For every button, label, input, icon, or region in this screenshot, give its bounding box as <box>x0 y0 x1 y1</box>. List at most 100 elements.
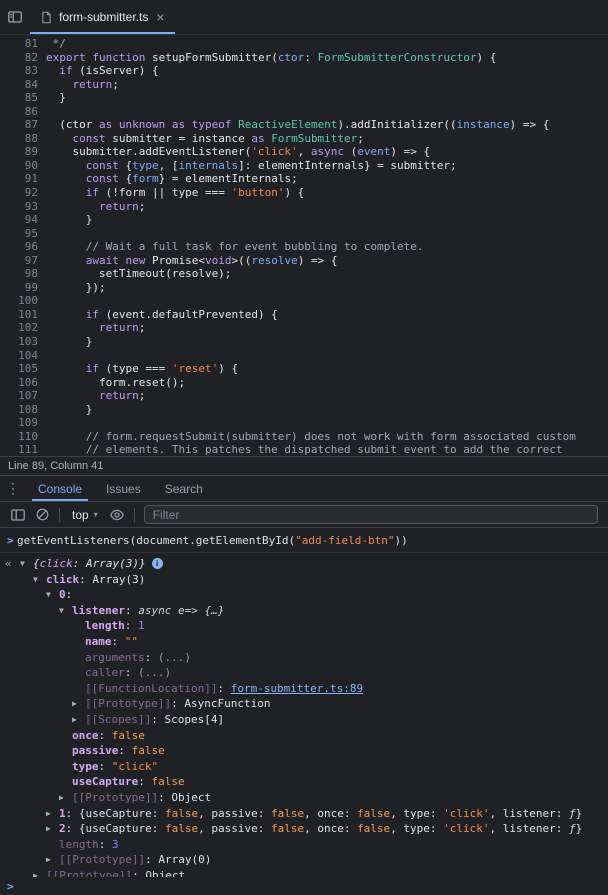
code-line: return; <box>98 389 146 403</box>
disclosure-triangle-icon[interactable]: ▼ <box>46 587 59 603</box>
disclosure-triangle-icon[interactable]: ▼ <box>59 603 72 619</box>
disclosure-triangle-icon[interactable]: ▼ <box>33 572 46 588</box>
javascript-context-selector[interactable]: top ▾ <box>65 508 105 522</box>
clear-console-button[interactable] <box>30 505 54 525</box>
line-number[interactable]: 86 <box>0 105 38 119</box>
console-object-row[interactable]: ▼ listener: async e=> {…} <box>0 603 608 619</box>
toolbar-separator <box>59 507 60 522</box>
sidebar-panel-icon <box>11 508 25 521</box>
console-property-row: passive: false <box>0 743 608 759</box>
disclosure-triangle-icon[interactable]: ▼ <box>20 556 33 572</box>
code-line: }); <box>46 280 106 294</box>
console-object-row[interactable]: ▶ [[Prototype]]: Array(0) <box>0 852 608 868</box>
line-number[interactable]: 106 <box>0 376 38 390</box>
line-number[interactable]: 95 <box>0 227 38 241</box>
tab-issues-label: Issues <box>106 481 141 496</box>
line-number[interactable]: 96 <box>0 240 38 254</box>
line-number[interactable]: 101 <box>0 308 38 322</box>
disclosure-triangle-icon[interactable]: ▶ <box>72 712 85 728</box>
tree-text: : <box>65 588 79 602</box>
line-number[interactable]: 97 <box>0 254 38 268</box>
invoke-getter-button[interactable]: (...) <box>138 665 171 681</box>
tree-text: false <box>270 806 305 820</box>
navigator-panel-toggle-button[interactable] <box>0 0 30 34</box>
tab-console-label: Console <box>38 481 83 496</box>
disclosure-triangle-icon[interactable]: ▶ <box>72 696 85 712</box>
console-object-row[interactable]: ▼ 0: <box>0 587 608 603</box>
console-object-row[interactable]: ▶ [[Prototype]]: Object <box>0 790 608 806</box>
file-tab-form-submitter[interactable]: form-submitter.ts × <box>30 0 175 34</box>
code-line: */ <box>46 37 66 50</box>
line-number[interactable]: 110 <box>0 430 38 444</box>
source-location-link[interactable]: form-submitter.ts:89 <box>231 681 363 697</box>
live-expression-eye-button[interactable] <box>105 505 129 525</box>
code-editor[interactable]: 81 82 83 84 85 86 87 88 89 90 91 92 93 94 95 96 97 98 99 10… <box>0 35 608 456</box>
line-number[interactable]: 105 <box>0 362 38 376</box>
tree-text: Object <box>145 868 186 877</box>
console-sidebar-toggle-button[interactable] <box>6 505 30 525</box>
tab-close-icon[interactable]: × <box>156 10 164 24</box>
line-number[interactable]: 107 <box>0 389 38 403</box>
line-number[interactable]: 99 <box>0 281 38 295</box>
console-object-row[interactable]: ▶ [[Prototype]]: AsyncFunction <box>0 696 608 712</box>
tab-issues[interactable]: Issues <box>94 476 153 501</box>
line-number[interactable]: 81 <box>0 37 38 51</box>
console-object-row[interactable]: ▶ 1: {useCapture: false, passive: false, … <box>0 806 608 822</box>
line-number[interactable]: 92 <box>0 186 38 200</box>
disclosure-triangle-icon[interactable]: ▶ <box>46 821 59 837</box>
line-number[interactable]: 93 <box>0 200 38 214</box>
line-number[interactable]: 85 <box>0 91 38 105</box>
line-number[interactable]: 90 <box>0 159 38 173</box>
line-number[interactable]: 100 <box>0 294 38 308</box>
console-object-row[interactable]: ▶ 2: {useCapture: false, passive: false, … <box>0 821 608 837</box>
line-number[interactable]: 84 <box>0 78 38 92</box>
line-number[interactable]: 94 <box>0 213 38 227</box>
tab-console[interactable]: Console <box>26 476 94 501</box>
disclosure-triangle-icon[interactable]: ▶ <box>46 806 59 822</box>
line-number[interactable]: 102 <box>0 321 38 335</box>
line-number[interactable]: 89 <box>0 145 38 159</box>
console-object-row[interactable]: ▶ [[Scopes]]: Scopes[4] <box>0 712 608 728</box>
tree-text: : <box>158 790 172 804</box>
tree-text: : <box>111 634 125 648</box>
tree-text: once <box>72 728 99 742</box>
line-number[interactable]: 109 <box>0 416 38 430</box>
code-line: if (!form || type === 'button') { <box>85 186 305 200</box>
tree-text: type <box>72 759 99 773</box>
console-object-row[interactable]: « ▼{click: Array(3)} i <box>0 556 608 572</box>
tree-text: "" <box>124 634 138 648</box>
line-number[interactable]: 103 <box>0 335 38 349</box>
tree-text: Array(0) <box>158 853 212 867</box>
line-number[interactable]: 83 <box>0 64 38 78</box>
tree-text: : <box>79 572 93 586</box>
tab-search[interactable]: Search <box>153 476 215 501</box>
tree-text: : <box>138 775 152 789</box>
code-area[interactable]: */export function setupFormSubmitter(cto… <box>38 37 608 456</box>
line-number[interactable]: 104 <box>0 349 38 363</box>
chevron-down-icon: ▾ <box>93 510 98 519</box>
line-number[interactable]: 87 <box>0 118 38 132</box>
invoke-getter-button[interactable]: (...) <box>158 650 191 666</box>
code-line: const {type, [internals]: elementInterna… <box>85 158 457 172</box>
tree-text: : {useCapture: <box>65 822 165 836</box>
console-property-row: length: 3 <box>0 837 608 853</box>
line-number[interactable]: 111 <box>0 443 38 456</box>
line-number[interactable]: 108 <box>0 403 38 417</box>
line-number[interactable]: 82 <box>0 51 38 65</box>
tree-text: : <box>118 744 132 758</box>
console-filter-input[interactable] <box>143 505 598 524</box>
line-number[interactable]: 98 <box>0 267 38 281</box>
line-number[interactable]: 91 <box>0 172 38 186</box>
disclosure-triangle-icon[interactable]: ▶ <box>33 868 46 877</box>
tree-text: ƒ <box>569 822 576 836</box>
disclosure-triangle-icon[interactable]: ▶ <box>59 790 72 806</box>
console-object-row[interactable]: ▶ [[Prototype]]: Object <box>0 868 608 877</box>
devtools-window: form-submitter.ts × 81 82 83 84 85 86 87 88 89 90… <box>0 0 608 895</box>
drawer-menu-icon[interactable]: ⋮ <box>0 476 26 501</box>
line-number[interactable]: 88 <box>0 132 38 146</box>
disclosure-triangle-icon[interactable]: ▶ <box>46 852 59 868</box>
console-input-row[interactable]: > <box>0 877 608 895</box>
console-object-row[interactable]: ▼ click: Array(3) <box>0 572 608 588</box>
tree-text: name <box>85 634 112 648</box>
